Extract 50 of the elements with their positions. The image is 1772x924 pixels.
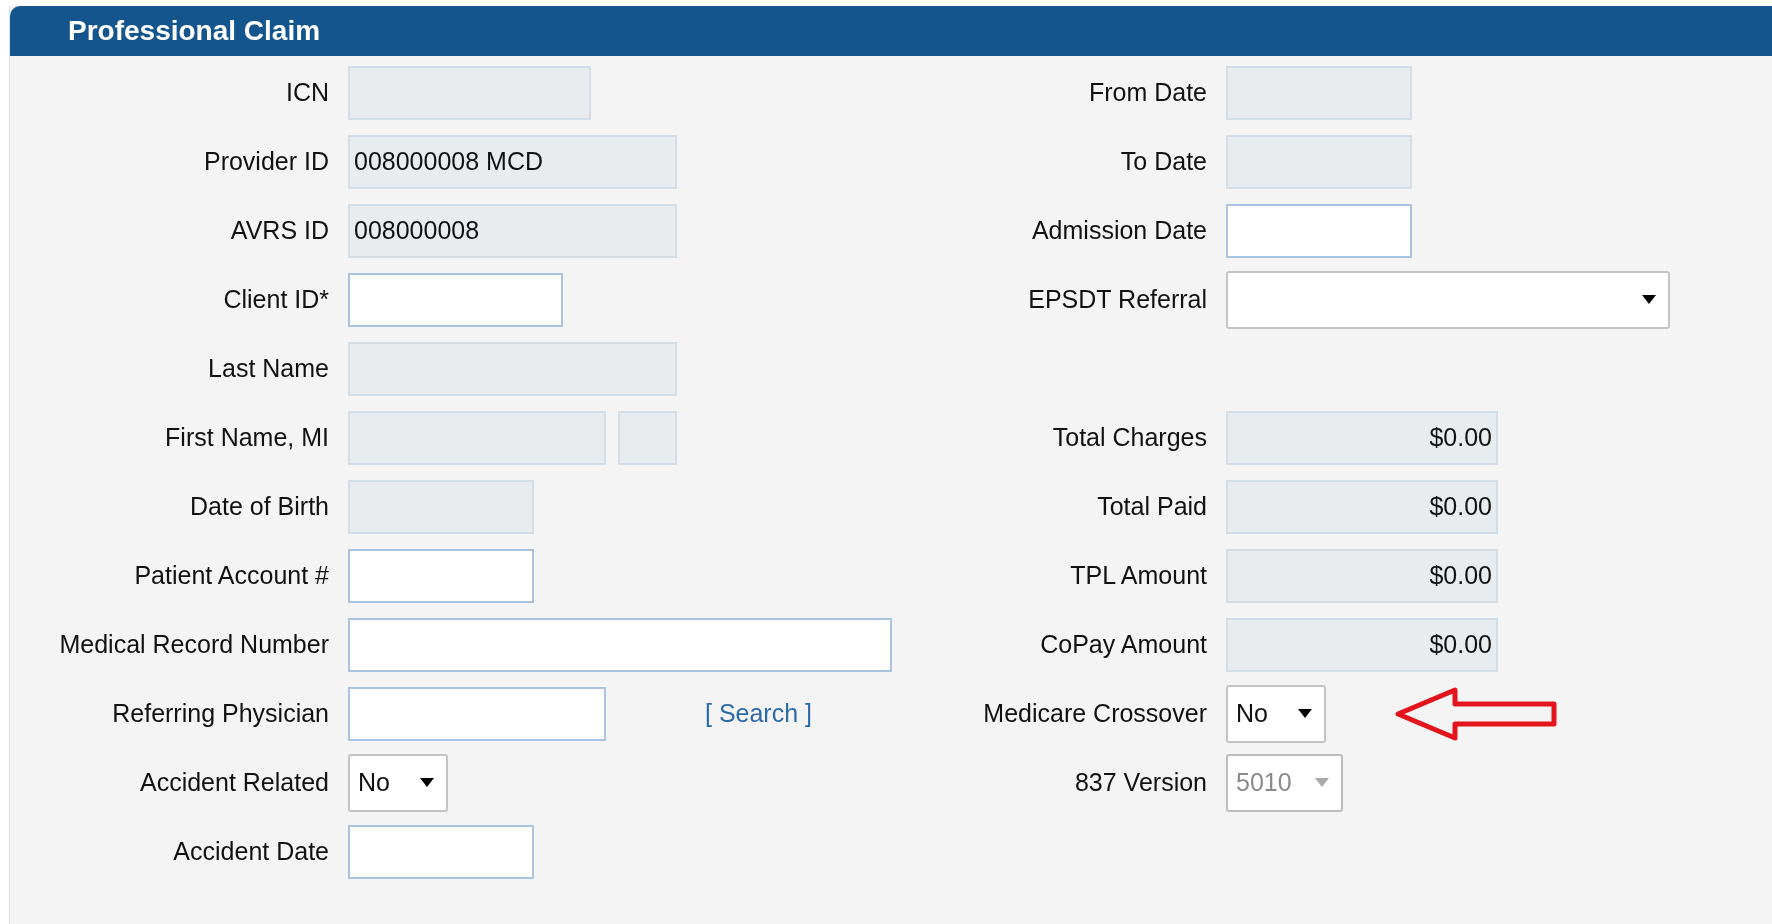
field-label: CoPay Amount: [1040, 630, 1207, 659]
field-label: From Date: [1088, 78, 1207, 107]
field-label: Medicare Crossover: [983, 699, 1207, 728]
text-field[interactable]: [1226, 65, 1412, 120]
field-label: Accident Date: [173, 837, 329, 866]
field-label: ICN: [285, 78, 329, 107]
text-field[interactable]: [348, 617, 892, 672]
field-label: First Name, MI: [165, 423, 329, 452]
field-label: Accident Related: [140, 768, 329, 797]
text-field[interactable]: $0.00: [1226, 548, 1498, 603]
text-field[interactable]: [1226, 203, 1412, 258]
text-field[interactable]: [348, 341, 677, 396]
text-field[interactable]: [1226, 134, 1412, 189]
field-label: Date of Birth: [190, 492, 329, 521]
text-field[interactable]: [348, 65, 591, 120]
dropdown[interactable]: [1226, 270, 1670, 329]
search-link[interactable]: [ Search ]: [705, 699, 812, 728]
text-field[interactable]: [348, 272, 563, 327]
field-label: Patient Account #: [134, 561, 329, 590]
text-field[interactable]: [348, 548, 534, 603]
field-label: Last Name: [208, 354, 329, 383]
text-field[interactable]: $0.00: [1226, 617, 1498, 672]
field-label: Total Paid: [1097, 492, 1207, 521]
field-label: Provider ID: [203, 147, 329, 176]
dropdown[interactable]: No: [1226, 684, 1326, 743]
text-field[interactable]: $0.00: [1226, 479, 1498, 534]
field-label: AVRS ID: [230, 216, 329, 245]
field-label: 837 Version: [1074, 768, 1207, 797]
text-field[interactable]: [348, 479, 534, 534]
caret-icon: [1315, 778, 1329, 787]
text-field[interactable]: [348, 686, 606, 741]
text-field[interactable]: [348, 410, 606, 465]
caret-icon: [420, 778, 434, 787]
field-label: Admission Date: [1031, 216, 1207, 245]
field-label: Medical Record Number: [59, 630, 329, 659]
field-label: Referring Physician: [112, 699, 329, 728]
field-label: TPL Amount: [1070, 561, 1207, 590]
caret-icon: [1298, 709, 1312, 718]
text-field[interactable]: [348, 824, 534, 879]
text-field[interactable]: 008000008 MCD: [348, 134, 677, 189]
text-field[interactable]: 008000008: [348, 203, 677, 258]
panel-title: Professional Claim: [68, 15, 321, 47]
field-label: Total Charges: [1052, 423, 1207, 452]
caret-icon: [1642, 295, 1656, 304]
text-field[interactable]: [618, 410, 677, 465]
field-label: EPSDT Referral: [1028, 285, 1207, 314]
dropdown[interactable]: No: [348, 753, 448, 812]
field-label: To Date: [1120, 147, 1207, 176]
field-label: Client ID*: [223, 285, 329, 314]
text-field[interactable]: $0.00: [1226, 410, 1498, 465]
